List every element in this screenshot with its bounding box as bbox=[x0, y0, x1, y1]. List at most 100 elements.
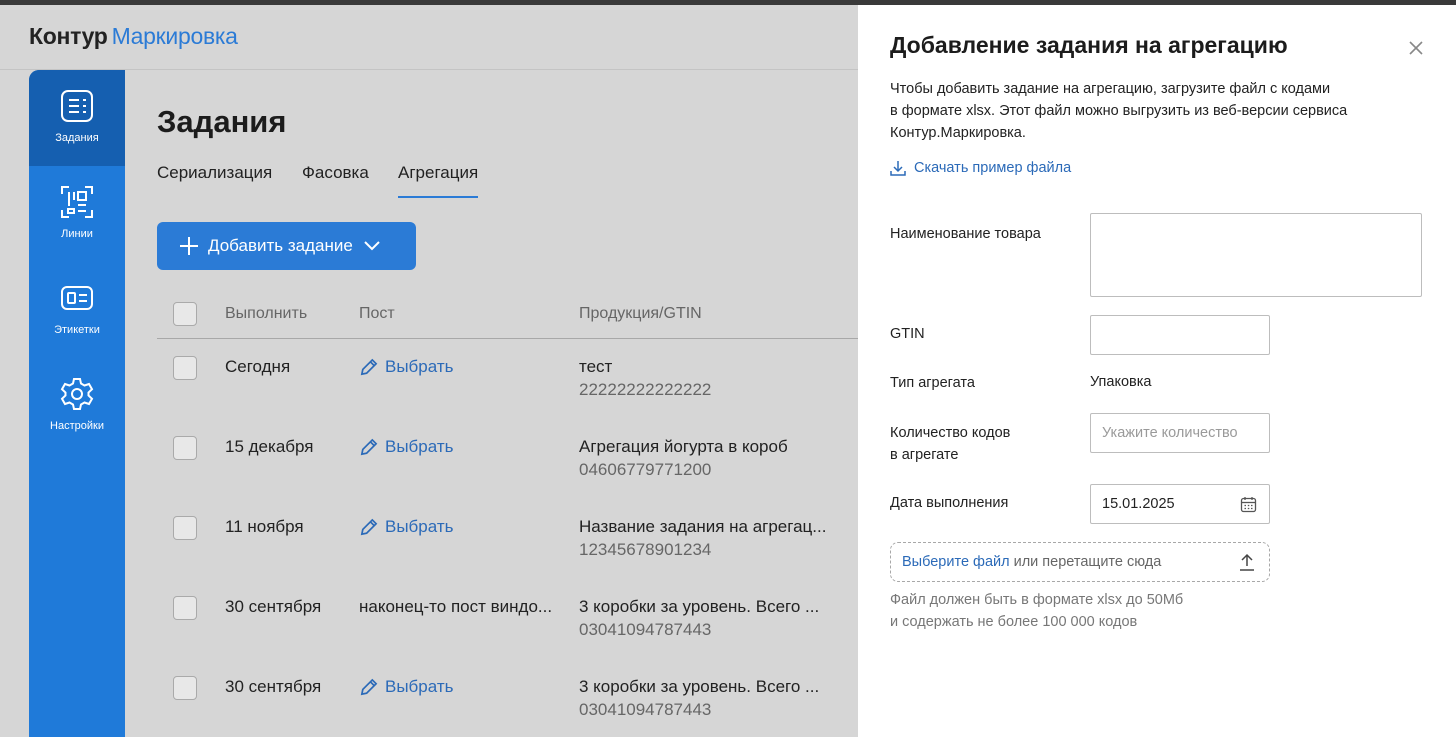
row-gtin: 04606779771200 bbox=[579, 460, 712, 479]
post-select-link[interactable]: Выбрать bbox=[359, 517, 453, 537]
post-select-label: Выбрать bbox=[385, 437, 454, 456]
table-row[interactable]: 30 сентября Выбрать 3 коробки за уровень… bbox=[157, 660, 858, 737]
row-checkbox[interactable] bbox=[173, 356, 197, 380]
row-date: 30 сентября bbox=[225, 677, 322, 696]
column-execute[interactable]: Выполнить bbox=[225, 305, 307, 323]
column-post[interactable]: Пост bbox=[359, 305, 395, 323]
row-date: 11 ноября bbox=[225, 517, 304, 536]
codes-count-input[interactable]: Укажите количество bbox=[1090, 413, 1270, 453]
gear-icon bbox=[60, 378, 94, 410]
close-icon[interactable] bbox=[1406, 38, 1426, 58]
row-product: Агрегация йогурта в короб bbox=[579, 437, 788, 456]
product-name-label: Наименование товара bbox=[890, 226, 1041, 242]
row-product: Название задания на агрегац... bbox=[579, 517, 827, 536]
file-hint-line: и содержать не более 100 000 кодов bbox=[890, 614, 1138, 630]
table-header: Выполнить Пост Продукция/GTIN bbox=[157, 290, 858, 339]
post-select-label: Выбрать bbox=[385, 357, 454, 376]
add-aggregation-task-panel: Добавление задания на агрегацию Чтобы до… bbox=[858, 5, 1456, 737]
sidebar-item-label: Задания bbox=[55, 132, 99, 144]
table-row[interactable]: 30 сентября наконец-то пост виндо... 3 к… bbox=[157, 580, 858, 660]
file-hint-line: Файл должен быть в формате xlsx до 50Мб bbox=[890, 592, 1184, 608]
panel-title: Добавление задания на агрегацию bbox=[890, 32, 1288, 58]
choose-file-link[interactable]: Выберите файл bbox=[902, 554, 1010, 570]
row-checkbox[interactable] bbox=[173, 516, 197, 540]
select-all-checkbox[interactable] bbox=[173, 302, 197, 326]
pencil-icon bbox=[360, 518, 378, 535]
codes-count-label-line: в агрегате bbox=[890, 447, 959, 463]
row-checkbox[interactable] bbox=[173, 596, 197, 620]
date-value: 15.01.2025 bbox=[1102, 496, 1175, 512]
add-task-button[interactable]: Добавить задание bbox=[157, 222, 416, 270]
row-date: 15 декабря bbox=[225, 437, 314, 456]
codes-count-placeholder: Укажите количество bbox=[1102, 425, 1238, 441]
panel-description-line: Контур.Маркировка. bbox=[890, 125, 1026, 141]
add-task-label: Добавить задание bbox=[208, 236, 353, 255]
product-name-textarea[interactable] bbox=[1090, 213, 1422, 297]
sidebar-item-settings[interactable]: Настройки bbox=[29, 358, 125, 454]
app-header: Контур Маркировка bbox=[0, 5, 858, 70]
row-product: 3 коробки за уровень. Всего ... bbox=[579, 677, 820, 696]
gtin-input[interactable] bbox=[1090, 315, 1270, 355]
panel-description-line: Чтобы добавить задание на агрегацию, заг… bbox=[890, 81, 1331, 97]
file-requirements-hint: Файл должен быть в формате xlsx до 50Мб … bbox=[890, 589, 1183, 633]
aggregate-type-value: Упаковка bbox=[1090, 374, 1152, 390]
date-input[interactable]: 15.01.2025 bbox=[1090, 484, 1270, 524]
tab-aggregation[interactable]: Агрегация bbox=[398, 163, 479, 198]
row-product: тест bbox=[579, 357, 613, 376]
download-example-label: Скачать пример файла bbox=[914, 160, 1072, 176]
upload-icon bbox=[1240, 553, 1254, 571]
calendar-icon[interactable] bbox=[1240, 496, 1257, 513]
tab-serialization[interactable]: Сериализация bbox=[157, 163, 272, 198]
table-row[interactable]: Сегодня Выбрать тест 22222222222222 bbox=[157, 340, 858, 420]
app-logo[interactable]: Контур Маркировка bbox=[29, 23, 238, 50]
column-product[interactable]: Продукция/GTIN bbox=[579, 305, 702, 323]
sidebar: Задания Линии Этикетки Настройки bbox=[29, 70, 125, 737]
labels-icon bbox=[61, 286, 93, 310]
codes-count-label: Количество кодов в агрегате bbox=[890, 422, 1010, 466]
gtin-label: GTIN bbox=[890, 326, 925, 342]
page-title: Задания bbox=[157, 104, 287, 139]
row-product: 3 коробки за уровень. Всего ... bbox=[579, 597, 820, 616]
post-select-link[interactable]: Выбрать bbox=[359, 437, 453, 457]
table-row[interactable]: 11 ноября Выбрать Название задания на аг… bbox=[157, 500, 858, 580]
lines-icon bbox=[61, 186, 93, 218]
post-select-label: Выбрать bbox=[385, 517, 454, 536]
plus-icon bbox=[180, 237, 198, 255]
sidebar-item-label: Этикетки bbox=[54, 324, 100, 336]
logo-part-markirovka: Маркировка bbox=[111, 23, 238, 49]
row-gtin: 03041094787443 bbox=[579, 700, 712, 719]
row-gtin: 12345678901234 bbox=[579, 540, 712, 559]
file-upload-dropzone[interactable]: Выберите файл или перетащите сюда bbox=[890, 542, 1270, 582]
chevron-down-icon bbox=[364, 241, 380, 251]
panel-description: Чтобы добавить задание на агрегацию, заг… bbox=[890, 78, 1410, 144]
sidebar-item-labels[interactable]: Этикетки bbox=[29, 262, 125, 358]
table-row[interactable]: 15 декабря Выбрать Агрегация йогурта в к… bbox=[157, 420, 858, 500]
pencil-icon bbox=[360, 438, 378, 455]
row-gtin: 03041094787443 bbox=[579, 620, 712, 639]
tab-packing[interactable]: Фасовка bbox=[302, 163, 369, 198]
post-select-link[interactable]: Выбрать bbox=[359, 677, 453, 697]
download-example-link[interactable]: Скачать пример файла bbox=[890, 160, 1071, 176]
tasks-icon bbox=[61, 90, 93, 122]
pencil-icon bbox=[360, 358, 378, 375]
download-icon bbox=[890, 161, 906, 176]
post-select-link[interactable]: Выбрать bbox=[359, 357, 453, 377]
row-checkbox[interactable] bbox=[173, 676, 197, 700]
sidebar-item-lines[interactable]: Линии bbox=[29, 166, 125, 262]
row-post: наконец-то пост виндо... bbox=[359, 597, 553, 616]
sidebar-item-tasks[interactable]: Задания bbox=[29, 70, 125, 166]
logo-part-kontur: Контур bbox=[29, 23, 108, 49]
drag-here-text: или перетащите сюда bbox=[1013, 554, 1162, 570]
date-label: Дата выполнения bbox=[890, 495, 1009, 511]
aggregate-type-label: Тип агрегата bbox=[890, 375, 975, 391]
row-gtin: 22222222222222 bbox=[579, 380, 712, 399]
codes-count-label-line: Количество кодов bbox=[890, 425, 1011, 441]
row-date: 30 сентября bbox=[225, 597, 322, 616]
sidebar-item-label: Линии bbox=[61, 228, 93, 240]
panel-description-line: в формате xlsx. Этот файл можно выгрузит… bbox=[890, 103, 1348, 119]
row-date: Сегодня bbox=[225, 357, 291, 376]
post-select-label: Выбрать bbox=[385, 677, 454, 696]
pencil-icon bbox=[360, 678, 378, 695]
sidebar-item-label: Настройки bbox=[50, 420, 104, 432]
row-checkbox[interactable] bbox=[173, 436, 197, 460]
